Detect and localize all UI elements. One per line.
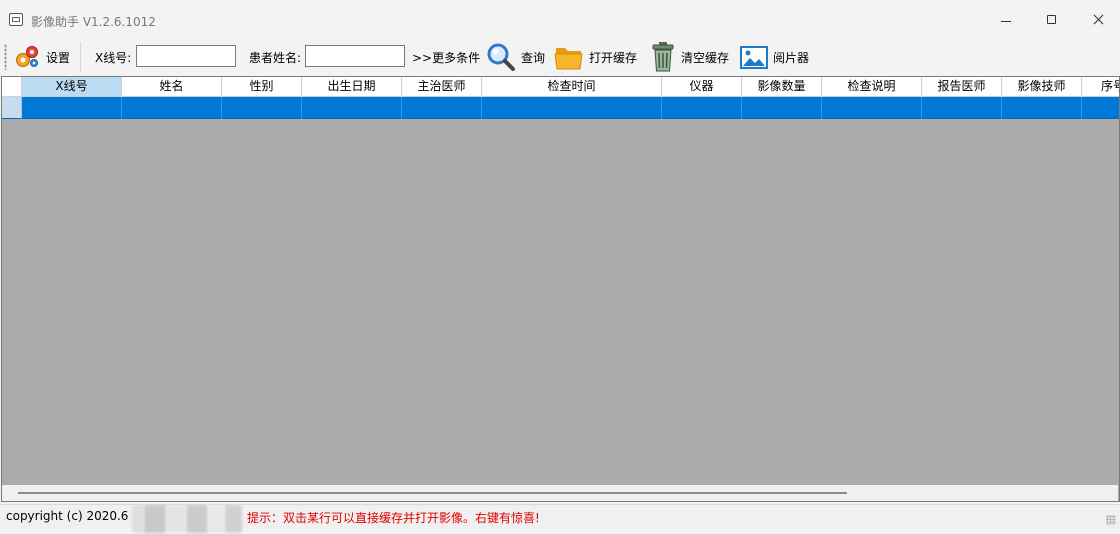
settings-label: 设置 (46, 50, 71, 65)
column-header[interactable]: 出生日期 (302, 77, 402, 97)
xray-number-label: X线号: (95, 50, 132, 65)
column-header[interactable]: 检查时间 (482, 77, 662, 97)
window-title: 影像助手 V1.2.6.1012 (31, 15, 156, 29)
maximize-button[interactable] (1029, 4, 1075, 36)
table-cell[interactable] (822, 97, 922, 119)
title-bar: 影像助手 V1.2.6.1012 (0, 0, 1120, 40)
toolbar: 设置 X线号: 患者姓名: >>更多条件 查询 打开缓存 清空缓存 阅片器 (0, 40, 1120, 74)
scrollbar-thumb[interactable] (18, 492, 847, 494)
table-cell[interactable] (1002, 97, 1082, 119)
column-header[interactable]: 报告医师 (922, 77, 1002, 97)
corner-header-cell[interactable] (2, 77, 22, 97)
viewer-button[interactable]: 阅片器 (740, 40, 814, 74)
copyright-text: copyright (c) 2020.6 (6, 509, 129, 523)
clear-cache-button[interactable]: 清空缓存 (651, 40, 733, 74)
row-header-cell[interactable] (2, 97, 22, 119)
table-cell[interactable] (482, 97, 662, 119)
results-grid[interactable]: X线号 姓名 性别 出生日期 主治医师 检查时间 仪器 影像数量 检查说明 报告… (1, 76, 1120, 502)
toolbar-grip-icon[interactable] (4, 44, 7, 70)
column-header[interactable]: 姓名 (122, 77, 222, 97)
hint-text: 提示：双击某行可以直接缓存并打开影像。右键有惊喜! (247, 511, 540, 525)
table-cell[interactable] (402, 97, 482, 119)
patient-name-input[interactable] (305, 45, 405, 67)
open-cache-button[interactable]: 打开缓存 (554, 40, 640, 74)
table-cell[interactable] (22, 97, 122, 119)
search-label: 查询 (521, 50, 546, 65)
resize-grip-icon[interactable] (1106, 515, 1116, 525)
toolbar-divider (80, 42, 81, 72)
close-button[interactable] (1075, 4, 1120, 36)
open-cache-label: 打开缓存 (589, 50, 638, 65)
table-cell[interactable] (302, 97, 402, 119)
column-header[interactable]: 性别 (222, 77, 302, 97)
settings-button[interactable]: 设置 (14, 40, 74, 74)
folder-icon (554, 48, 583, 70)
clear-cache-label: 清空缓存 (681, 50, 730, 65)
table-cell[interactable] (922, 97, 1002, 119)
viewer-label: 阅片器 (773, 50, 810, 65)
table-cell[interactable] (122, 97, 222, 119)
more-conditions-link[interactable]: >>更多条件 (412, 40, 480, 74)
app-icon (9, 13, 23, 26)
column-header[interactable]: 序号 (1082, 77, 1119, 97)
trash-icon (652, 42, 674, 72)
search-button[interactable]: 查询 (486, 40, 548, 74)
picture-icon (740, 45, 768, 69)
table-cell[interactable] (222, 97, 302, 119)
gear-icon (16, 46, 38, 67)
horizontal-scrollbar[interactable] (2, 485, 1118, 501)
table-cell[interactable] (742, 97, 822, 119)
status-bar: copyright (c) 2020.6 提示：双击某行可以直接缓存并打开影像。… (0, 504, 1120, 533)
table-cell[interactable] (662, 97, 742, 119)
minimize-button[interactable] (983, 4, 1029, 36)
table-cell[interactable] (1082, 97, 1119, 119)
xray-number-input[interactable] (136, 45, 236, 67)
column-header[interactable]: 影像数量 (742, 77, 822, 97)
column-header[interactable]: 主治医师 (402, 77, 482, 97)
search-icon (487, 43, 515, 71)
column-header[interactable]: 仪器 (662, 77, 742, 97)
redacted-area (132, 505, 242, 533)
column-header[interactable]: 影像技师 (1002, 77, 1082, 97)
column-header[interactable]: 检查说明 (822, 77, 922, 97)
column-header[interactable]: X线号 (22, 77, 122, 97)
patient-name-label: 患者姓名: (249, 50, 302, 65)
